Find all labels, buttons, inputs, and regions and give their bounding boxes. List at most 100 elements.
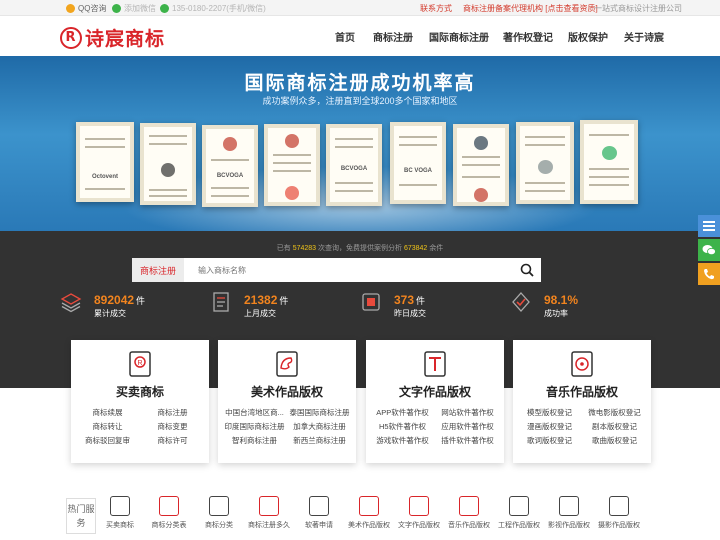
nav-copyright-protection[interactable]: 版权保护	[568, 29, 608, 44]
card-link[interactable]: 智利商标注册	[224, 435, 285, 446]
card-link[interactable]: 游戏软件著作权	[372, 435, 433, 446]
card-link[interactable]: 商标驳回复审	[77, 435, 138, 446]
card-link[interactable]: 商标注册	[142, 407, 203, 418]
camera-icon	[609, 496, 629, 516]
hot-service-item[interactable]: 商标分类	[191, 496, 247, 530]
hot-service-item[interactable]: 文字作品版权	[391, 496, 447, 530]
hot-service-label: 影视作品版权	[548, 522, 590, 529]
hot-service-item[interactable]: 摄影作品版权	[591, 496, 647, 530]
layers-icon	[60, 293, 82, 313]
wechat-label: 添加微信	[124, 4, 156, 13]
hot-service-label: 商标分类表	[151, 522, 187, 529]
card-title: 买卖商标	[115, 385, 164, 399]
banner-title: 国际商标注册成功机率高	[244, 73, 476, 94]
category-table-icon	[159, 496, 179, 516]
hot-service-item[interactable]: 音乐作品版权	[441, 496, 497, 530]
top-bar: QQ咨询 添加微信 135-0180-2207(手机/微信) 联系方式 商标注册…	[0, 0, 720, 16]
logo-text: 诗宸商标	[85, 28, 166, 50]
search-button[interactable]	[513, 258, 541, 282]
text-icon	[424, 351, 446, 377]
card-link[interactable]: 商标转让	[77, 421, 138, 432]
card-link[interactable]: 印度国际商标注册	[224, 421, 285, 432]
card-link[interactable]: 漫画版权登记	[519, 421, 580, 432]
card-buy-sell-trademark[interactable]: R 买卖商标 商标续展 商标注册 商标转让 商标变更 商标驳回复审 商标许可	[71, 340, 209, 463]
card-link[interactable]: 泰国国际商标注册	[289, 407, 350, 418]
nav-home[interactable]: 首页	[335, 29, 355, 44]
music-icon	[571, 351, 593, 377]
phone-label: 135-0180-2207(手机/微信)	[172, 4, 266, 13]
card-music-copyright[interactable]: 音乐作品版权 模型版权登记 微电影版权登记 漫画版权登记 剧本版权登记 歌词版权…	[513, 340, 651, 463]
search-icon	[520, 263, 534, 277]
card-link[interactable]: 应用软件著作权	[437, 421, 498, 432]
card-art-copyright[interactable]: 美术作品版权 中国台湾地区商... 泰国国际商标注册 印度国际商标注册 加拿大商…	[218, 340, 356, 463]
card-link[interactable]: 插件软件著作权	[437, 435, 498, 446]
stats-suffix: 余件	[429, 245, 444, 252]
agency-link[interactable]: 商标注册备案代理机构 [点击查看资质]	[463, 3, 598, 14]
hot-service-item[interactable]: 影视作品版权	[541, 496, 597, 530]
wechat-link[interactable]: 添加微信	[112, 3, 156, 14]
trademark-icon: R	[129, 351, 151, 377]
nav-copyright-registration[interactable]: 著作权登记	[503, 29, 553, 44]
card-link[interactable]: 商标许可	[142, 435, 203, 446]
search-category-tag[interactable]: 商标注册	[132, 258, 184, 282]
side-menu-button[interactable]	[698, 215, 720, 237]
hot-service-item[interactable]: 美术作品版权	[341, 496, 397, 530]
clock-icon	[259, 496, 279, 516]
hot-service-item[interactable]: 软著申请	[291, 496, 347, 530]
phone-icon	[704, 269, 714, 280]
hero-banner[interactable]: 国际商标注册成功机率高 成功案例众多，注册直到全球200多个国家和地区 Octo…	[0, 56, 720, 231]
nav-about[interactable]: 关于诗宸	[624, 29, 664, 44]
hot-service-item[interactable]: 商标注册多久	[241, 496, 297, 530]
card-link[interactable]: APP软件著作权	[372, 407, 433, 418]
card-link[interactable]: 微电影版权登记	[584, 407, 645, 418]
certificate-label: BCVOGA	[340, 166, 368, 172]
hot-service-item[interactable]: 买卖商标	[92, 496, 148, 530]
card-link[interactable]: 加拿大商标注册	[289, 421, 350, 432]
registered-mark-icon: R	[60, 26, 82, 49]
card-link[interactable]: H5软件著作权	[372, 421, 433, 432]
metric-label: 昨日成交	[394, 309, 426, 318]
case-count: 673842	[403, 245, 428, 252]
metric-unit: 件	[279, 296, 289, 306]
card-text-copyright[interactable]: 文字作品版权 APP软件著作权 网站软件著作权 H5软件著作权 应用软件著作权 …	[366, 340, 504, 463]
wechat-icon	[702, 245, 716, 256]
hot-service-label: 音乐作品版权	[448, 522, 490, 529]
trademark-icon	[110, 496, 130, 516]
qq-consult-link[interactable]: QQ咨询	[66, 3, 106, 14]
side-wechat-button[interactable]	[698, 239, 720, 261]
qq-consult-label: QQ咨询	[78, 4, 107, 13]
hot-service-label: 工程作品版权	[498, 522, 540, 529]
card-link[interactable]: 新西兰商标注册	[289, 435, 350, 446]
phone-icon	[160, 4, 169, 13]
contact-link[interactable]: 联系方式	[420, 3, 452, 14]
card-title: 美术作品版权	[250, 385, 323, 399]
card-link[interactable]: 中国台湾地区商...	[224, 407, 285, 418]
hot-service-item[interactable]: 工程作品版权	[491, 496, 547, 530]
hot-service-item[interactable]: 商标分类表	[141, 496, 197, 530]
card-link[interactable]: 模型版权登记	[519, 407, 580, 418]
metric-label: 成功率	[544, 309, 568, 318]
metric-unit: 件	[136, 296, 146, 306]
hot-service-label: 美术作品版权	[348, 522, 390, 529]
site-logo[interactable]: R 诗宸商标	[60, 24, 165, 51]
card-title: 音乐作品版权	[545, 385, 618, 399]
card-link[interactable]: 剧本版权登记	[584, 421, 645, 432]
phone-link[interactable]: 135-0180-2207(手机/微信)	[160, 3, 266, 14]
card-link[interactable]: 商标续展	[77, 407, 138, 418]
certificate-image: BCVOGA	[326, 124, 382, 206]
check-shield-icon	[512, 292, 530, 312]
nav-trademark-registration[interactable]: 商标注册	[373, 29, 413, 44]
nav-international-trademark[interactable]: 国际商标注册	[429, 29, 489, 44]
card-link[interactable]: 歌曲版权登记	[584, 435, 645, 446]
side-phone-button[interactable]	[698, 263, 720, 285]
query-stats: 已有 574283 次查询，免费提供案例分析 673842 余件	[0, 243, 720, 253]
trademark-search-input[interactable]	[184, 258, 513, 282]
card-link[interactable]: 网站软件著作权	[437, 407, 498, 418]
certificate-label: BCVOGA	[216, 173, 244, 179]
certificate-image: BCVOGA	[202, 125, 258, 207]
site-header: R 诗宸商标 首页 商标注册 国际商标注册 著作权登记 版权保护 关于诗宸	[0, 16, 720, 56]
category-icon	[209, 496, 229, 516]
card-link[interactable]: 歌词版权登记	[519, 435, 580, 446]
qq-icon	[66, 4, 75, 13]
card-link[interactable]: 商标变更	[142, 421, 203, 432]
